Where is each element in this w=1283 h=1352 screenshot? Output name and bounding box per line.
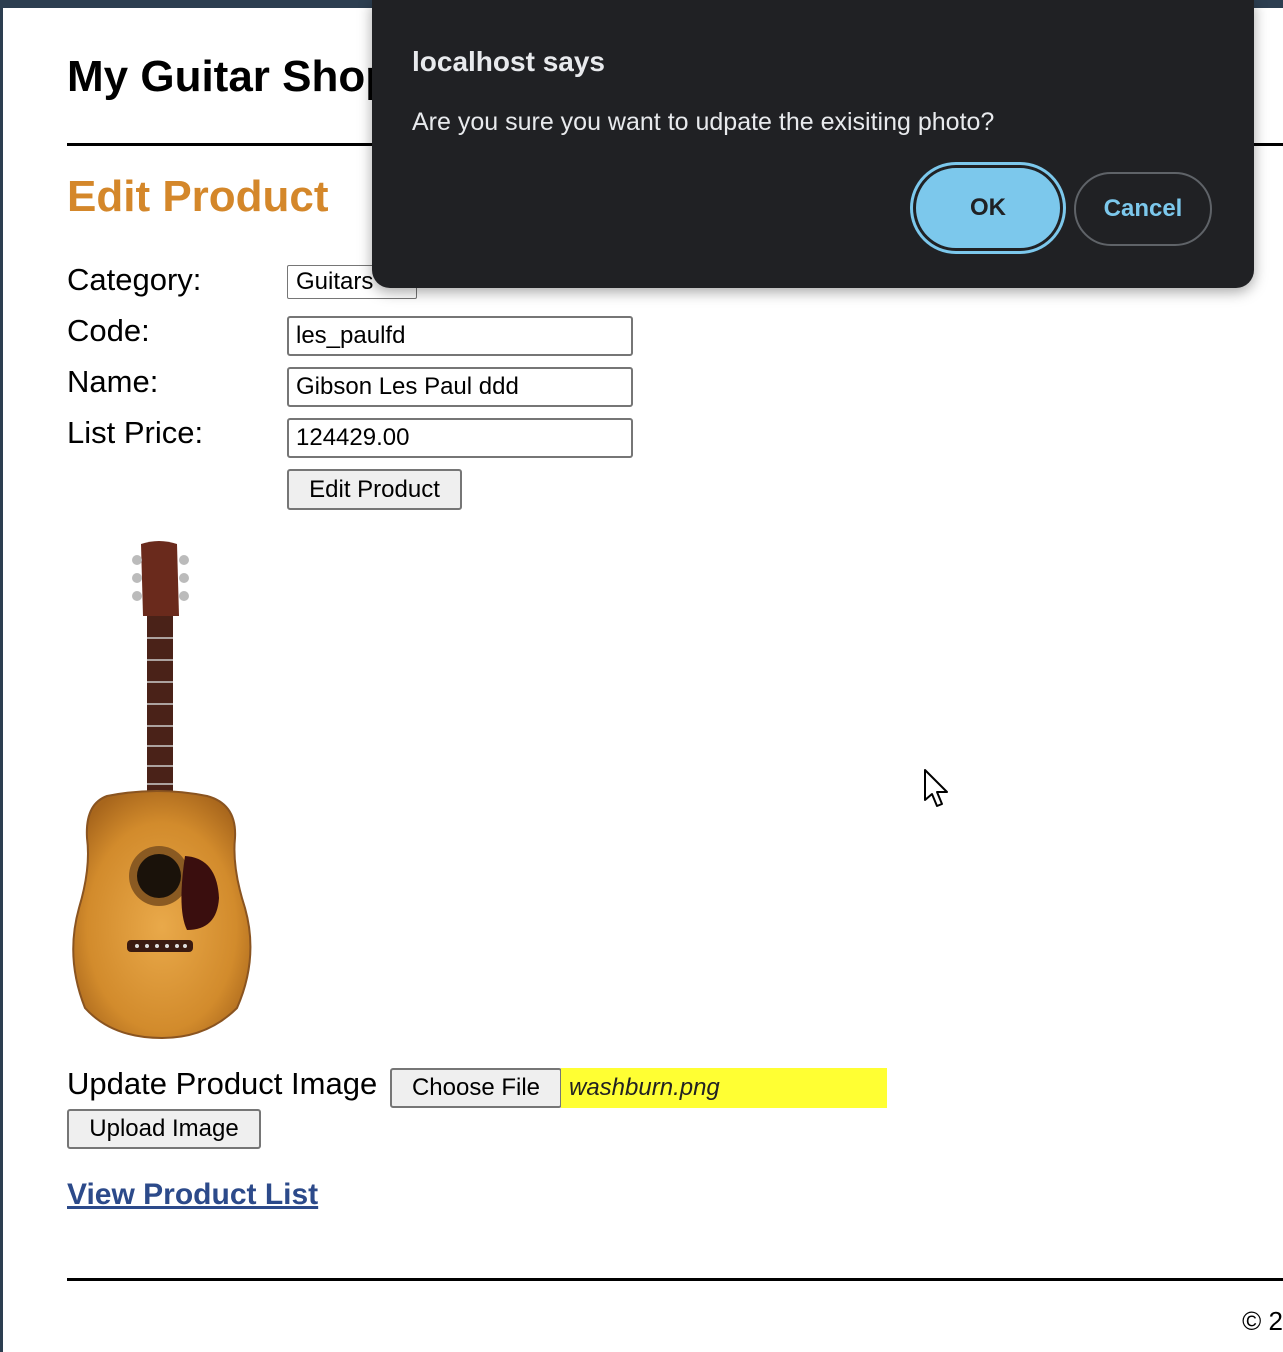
view-product-list-link[interactable]: View Product List [67,1178,318,1212]
copyright: © 2 [1242,1306,1283,1336]
page-heading: Edit Product [67,172,329,221]
code-input[interactable]: les_paulfd [287,316,633,356]
edit-product-button[interactable]: Edit Product [287,469,462,510]
mouse-pointer-icon [924,769,948,807]
chosen-file-name: washburn.png [561,1068,887,1108]
dialog-cancel-button[interactable]: Cancel [1074,172,1212,246]
site-title: My Guitar Shop [67,52,393,101]
dialog-ok-button[interactable]: OK [916,168,1060,248]
category-label: Category: [67,262,202,297]
upload-image-button[interactable]: Upload Image [67,1109,261,1149]
choose-file-button[interactable]: Choose File [390,1068,562,1108]
confirm-dialog: localhost says Are you sure you want to … [372,0,1254,288]
product-image [72,541,252,1040]
list-price-label: List Price: [67,415,204,450]
name-input[interactable]: Gibson Les Paul ddd [287,367,633,407]
footer-divider [67,1278,1283,1281]
dialog-message: Are you sure you want to udpate the exis… [412,108,995,136]
category-select-value: Guitars [296,268,374,295]
update-image-label: Update Product Image [67,1066,378,1101]
list-price-input[interactable]: 124429.00 [287,418,633,458]
name-label: Name: [67,364,159,399]
dialog-title: localhost says [412,46,605,77]
code-label: Code: [67,313,150,348]
